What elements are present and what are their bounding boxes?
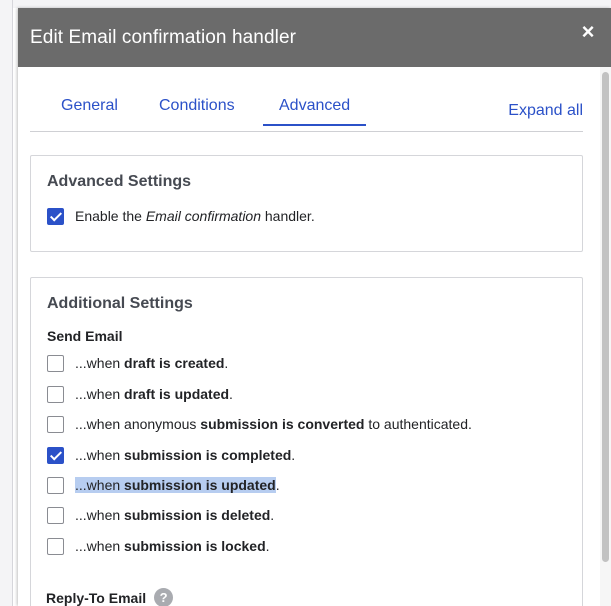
dialog-title: Edit Email confirmation handler <box>30 27 297 48</box>
option-checkbox[interactable] <box>47 354 64 372</box>
send-email-label: Send Email <box>47 328 123 344</box>
option-label: ...when draft is created. <box>75 355 229 371</box>
option-checkbox[interactable] <box>47 415 64 433</box>
additional-settings-title: Additional Settings <box>47 295 193 312</box>
option-submission-locked[interactable]: ...when submission is locked. <box>47 536 270 556</box>
option-label: ...when draft is updated. <box>75 386 233 402</box>
expand-all-link[interactable]: Expand all <box>508 102 583 120</box>
option-label: ...when anonymous submission is converte… <box>75 416 472 432</box>
option-label: ...when submission is completed. <box>75 447 296 463</box>
option-submission-converted[interactable]: ...when anonymous submission is converte… <box>47 414 472 434</box>
dialog-scrollbar[interactable] <box>600 67 611 606</box>
option-checkbox[interactable] <box>47 476 64 494</box>
edit-handler-dialog: Edit Email confirmation handler × Genera… <box>18 8 611 606</box>
option-checkbox[interactable] <box>47 506 64 524</box>
reply-to-email-label: Reply-To Email ? <box>46 588 174 606</box>
additional-settings-panel: Additional Settings Send Email ...when d… <box>30 277 583 606</box>
option-draft-updated[interactable]: ...when draft is updated. <box>47 384 233 404</box>
enable-handler-row[interactable]: Enable the Email confirmation handler. <box>47 206 315 226</box>
option-label: ...when submission is updated. <box>75 477 280 493</box>
question-mark-icon[interactable]: ? <box>154 588 174 606</box>
tab-advanced[interactable]: Advanced <box>262 97 367 126</box>
advanced-settings-title: Advanced Settings <box>47 173 192 190</box>
background-page-edge <box>0 0 611 8</box>
option-checkbox[interactable] <box>47 385 64 403</box>
option-draft-created[interactable]: ...when draft is created. <box>47 353 228 373</box>
option-submission-deleted[interactable]: ...when submission is deleted. <box>47 505 274 525</box>
option-checkbox-checked[interactable] <box>47 446 64 464</box>
tab-general[interactable]: General <box>61 97 118 115</box>
reply-to-email-text: Reply-To Email <box>46 589 147 606</box>
enable-handler-checkbox[interactable] <box>47 207 64 225</box>
tab-bar: General Conditions Advanced Expand all <box>30 67 583 132</box>
option-label: ...when submission is locked. <box>75 538 270 554</box>
scrollbar-thumb[interactable] <box>602 72 609 562</box>
background-page-strip <box>0 0 13 606</box>
option-label: ...when submission is deleted. <box>75 507 275 523</box>
option-submission-completed[interactable]: ...when submission is completed. <box>47 445 295 465</box>
option-submission-updated[interactable]: ...when submission is updated. <box>47 475 280 495</box>
tab-conditions[interactable]: Conditions <box>159 97 235 115</box>
enable-handler-label: Enable the Email confirmation handler. <box>75 208 315 224</box>
close-icon[interactable]: × <box>579 21 597 43</box>
advanced-settings-panel: Advanced Settings Enable the Email confi… <box>30 155 583 252</box>
dialog-titlebar: Edit Email confirmation handler × <box>18 8 611 67</box>
option-checkbox[interactable] <box>47 537 64 555</box>
